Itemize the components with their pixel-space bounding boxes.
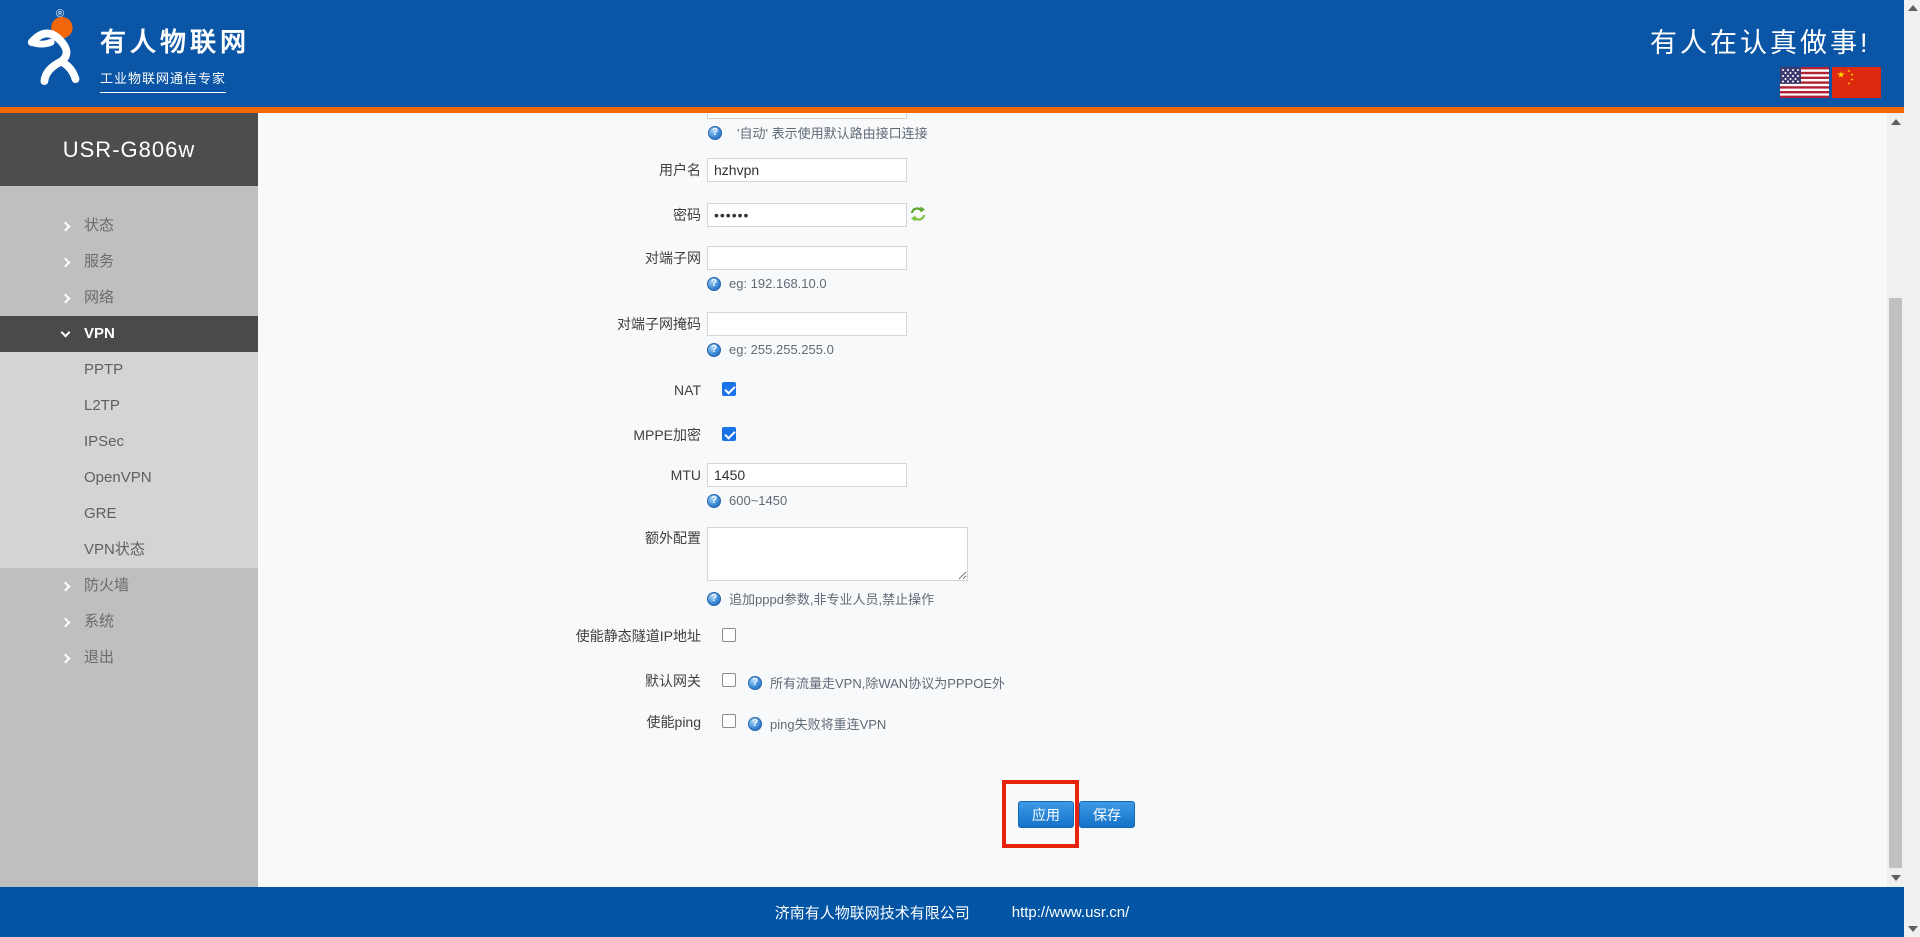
extra-config-textarea[interactable]: [707, 527, 968, 581]
peer-subnet-input[interactable]: [707, 246, 907, 270]
peer-netmask-input[interactable]: [707, 312, 907, 336]
brand-logo-icon: [24, 13, 94, 85]
password-input[interactable]: [707, 203, 907, 227]
peer-subnet-hint: ? eg: 192.168.10.0: [707, 276, 827, 291]
window-scrollbar[interactable]: [1904, 0, 1920, 937]
username-input[interactable]: [707, 158, 907, 182]
header-slogan: 有人在认真做事!: [1650, 21, 1871, 60]
enable-ping-hint: ? ping失败将重连VPN: [748, 714, 886, 733]
footer: 济南有人物联网技术有限公司 http://www.usr.cn/: [0, 887, 1904, 937]
peer-netmask-label: 对端子网掩码: [401, 312, 701, 336]
cutoff-input[interactable]: [707, 113, 907, 119]
default-gateway-label: 默认网关: [401, 673, 701, 689]
sidebar-item-firewall[interactable]: 防火墙: [0, 568, 258, 604]
help-icon: ?: [707, 494, 721, 508]
scroll-up-icon[interactable]: [1908, 5, 1918, 11]
sidebar-item-ipsec[interactable]: IPSec: [0, 424, 258, 460]
sidebar: USR-G806w 状态 服务 网络 VPN PPTP L2TP IPSec O…: [0, 113, 258, 887]
us-flag-icon[interactable]: [1780, 67, 1829, 98]
sidebar-item-network[interactable]: 网络: [0, 280, 258, 316]
nat-checkbox[interactable]: [722, 382, 736, 396]
sidebar-item-vpn-status[interactable]: VPN状态: [0, 532, 258, 568]
annotation-apply-highlight: [1002, 780, 1079, 848]
help-icon: ?: [748, 717, 762, 731]
mtu-hint: ? 600~1450: [707, 493, 787, 508]
china-flag-icon[interactable]: [1832, 67, 1881, 98]
static-tunnel-ip-checkbox[interactable]: [722, 628, 736, 642]
chevron-down-icon: [61, 328, 71, 338]
help-icon: ?: [748, 676, 762, 690]
mtu-input[interactable]: [707, 463, 907, 487]
brand-text: 有人物联网 工业物联网通信专家: [100, 22, 250, 93]
help-icon: ?: [707, 592, 721, 606]
header: ® 有人物联网 工业物联网通信专家 有人在认真做事!: [0, 0, 1904, 107]
help-icon: ?: [707, 277, 721, 291]
vpn-form: ? '自动' 表示使用默认路由接口连接 用户名 密码 对端子网 ? eg: 19…: [258, 113, 1887, 887]
sidebar-menu: 状态 服务 网络 VPN PPTP L2TP IPSec OpenVPN GRE: [0, 208, 258, 676]
mppe-label: MPPE加密: [401, 427, 701, 443]
password-label: 密码: [401, 203, 701, 227]
scroll-down-icon[interactable]: [1891, 875, 1901, 881]
nat-label: NAT: [401, 382, 701, 398]
help-icon: ?: [707, 343, 721, 357]
brand-subtitle: 工业物联网通信专家: [100, 68, 226, 93]
content-scrollbar[interactable]: [1887, 113, 1904, 887]
sidebar-item-system[interactable]: 系统: [0, 604, 258, 640]
chevron-right-icon: [61, 618, 71, 628]
default-gateway-hint: ? 所有流量走VPN,除WAN协议为PPPOE外: [748, 673, 1005, 692]
enable-ping-label: 使能ping: [401, 714, 701, 730]
sidebar-item-gre[interactable]: GRE: [0, 496, 258, 532]
peer-netmask-hint: ? eg: 255.255.255.0: [707, 342, 834, 357]
default-gateway-checkbox[interactable]: [722, 673, 736, 687]
sidebar-item-status[interactable]: 状态: [0, 208, 258, 244]
sidebar-item-openvpn[interactable]: OpenVPN: [0, 460, 258, 496]
chevron-right-icon: [61, 258, 71, 268]
chevron-right-icon: [61, 294, 71, 304]
static-tunnel-ip-label: 使能静态隧道IP地址: [401, 628, 701, 644]
mppe-checkbox[interactable]: [722, 427, 736, 441]
footer-company: 济南有人物联网技术有限公司: [775, 902, 970, 923]
refresh-password-icon[interactable]: [910, 206, 926, 222]
sidebar-item-l2tp[interactable]: L2TP: [0, 388, 258, 424]
extra-config-hint: ? 追加pppd参数,非专业人员,禁止操作: [707, 589, 934, 608]
help-icon: ?: [708, 126, 722, 140]
chevron-right-icon: [61, 222, 71, 232]
device-title: USR-G806w: [0, 113, 258, 186]
extra-config-label: 额外配置: [401, 530, 701, 546]
save-button[interactable]: 保存: [1079, 801, 1135, 828]
registered-mark: ®: [56, 8, 64, 20]
mtu-label: MTU: [401, 463, 701, 487]
scroll-down-icon[interactable]: [1908, 926, 1918, 932]
interface-hint: ? '自动' 表示使用默认路由接口连接: [708, 123, 928, 142]
enable-ping-checkbox[interactable]: [722, 714, 736, 728]
chevron-right-icon: [61, 582, 71, 592]
peer-subnet-label: 对端子网: [401, 246, 701, 270]
scroll-up-icon[interactable]: [1891, 119, 1901, 125]
chevron-right-icon: [61, 654, 71, 664]
footer-url-link[interactable]: http://www.usr.cn/: [1012, 904, 1130, 921]
brand-title: 有人物联网: [100, 22, 250, 59]
content-scrollbar-thumb[interactable]: [1889, 298, 1902, 868]
sidebar-item-pptp[interactable]: PPTP: [0, 352, 258, 388]
username-label: 用户名: [401, 158, 701, 182]
sidebar-item-vpn[interactable]: VPN: [0, 316, 258, 352]
sidebar-item-services[interactable]: 服务: [0, 244, 258, 280]
sidebar-item-logout[interactable]: 退出: [0, 640, 258, 676]
